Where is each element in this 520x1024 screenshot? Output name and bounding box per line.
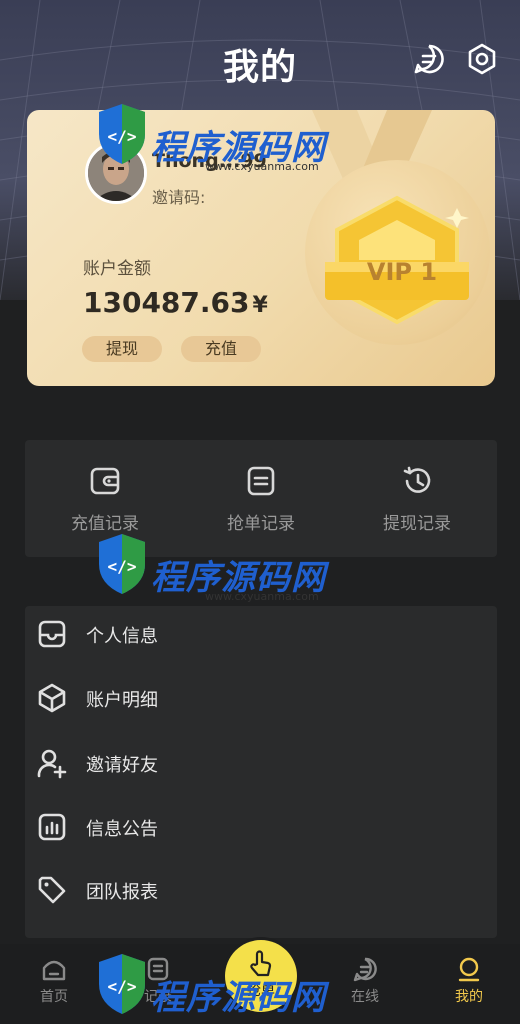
add-user-icon xyxy=(37,749,67,779)
tab-online[interactable]: 在线 xyxy=(325,956,405,1006)
menu-item-invite-friends[interactable]: 邀请好友 xyxy=(25,735,497,791)
vip-level-label: VIP 1 xyxy=(366,258,438,286)
tab-label: 首页 xyxy=(40,989,68,1005)
svg-text:</>: </> xyxy=(108,977,137,996)
order-list-icon xyxy=(247,466,275,496)
currency-symbol: ¥ xyxy=(252,293,268,318)
menu-label: 账户明细 xyxy=(86,690,158,711)
menu-list: 个人信息 账户明细 邀请好友 信息公告 团队报表 xyxy=(25,606,497,938)
home-icon xyxy=(42,960,66,981)
menu-label: 信息公告 xyxy=(86,819,158,840)
menu-item-account-details[interactable]: 账户明细 xyxy=(25,670,497,726)
tab-label: 我的 xyxy=(455,989,483,1005)
chat-icon xyxy=(353,957,377,982)
shield-logo-icon: </> xyxy=(99,954,145,1014)
settings-icon[interactable] xyxy=(465,42,499,76)
history-icon xyxy=(403,466,431,493)
menu-label: 团队报表 xyxy=(86,882,158,903)
watermark: </> 程序源码网 xyxy=(95,950,335,1020)
menu-label: 个人信息 xyxy=(86,626,158,647)
watermark-url: www.cxyuanma.com xyxy=(205,160,319,173)
profile-card-icon xyxy=(38,620,66,648)
watermark-url: www.cxyuanma.com xyxy=(205,590,319,603)
invite-code: 邀请码: xyxy=(152,188,206,207)
quick-label: 提现记录 xyxy=(383,514,451,534)
svg-text:</>: </> xyxy=(108,557,137,576)
tab-home[interactable]: 首页 xyxy=(14,956,94,1006)
withdraw-button[interactable]: 提现 xyxy=(82,336,162,362)
balance-amount: 130487.63 xyxy=(83,286,250,319)
recharge-button[interactable]: 充值 xyxy=(181,336,261,362)
menu-item-team-report[interactable]: 团队报表 xyxy=(25,862,497,918)
watermark-text: 程序源码网 xyxy=(151,978,326,1018)
balance-value: 130487.63 ¥ xyxy=(83,286,268,319)
shield-logo-icon: </> xyxy=(99,104,145,164)
balance-label: 账户金额 xyxy=(83,259,151,279)
menu-item-announcements[interactable]: 信息公告 xyxy=(25,799,497,855)
menu-item-profile[interactable]: 个人信息 xyxy=(25,606,497,662)
watermark: </> 程序源码网 www.cxyuanma.com xyxy=(95,100,335,173)
message-icon[interactable] xyxy=(412,42,446,76)
chart-notice-icon xyxy=(38,813,66,841)
menu-label: 邀请好友 xyxy=(86,755,158,776)
withdraw-records-button[interactable]: 提现记录 xyxy=(347,465,487,534)
wallet-icon xyxy=(90,467,120,495)
recharge-records-button[interactable]: 充值记录 xyxy=(35,465,175,534)
shield-logo-icon: </> xyxy=(99,534,145,594)
order-records-button[interactable]: 抢单记录 xyxy=(191,465,331,534)
tab-label: 在线 xyxy=(351,989,379,1005)
tag-icon xyxy=(38,876,66,904)
box-icon xyxy=(38,683,66,713)
watermark: </> 程序源码网 www.cxyuanma.com xyxy=(95,530,335,603)
svg-text:</>: </> xyxy=(108,127,137,146)
tab-mine[interactable]: 我的 xyxy=(429,956,509,1006)
user-icon xyxy=(458,957,480,982)
